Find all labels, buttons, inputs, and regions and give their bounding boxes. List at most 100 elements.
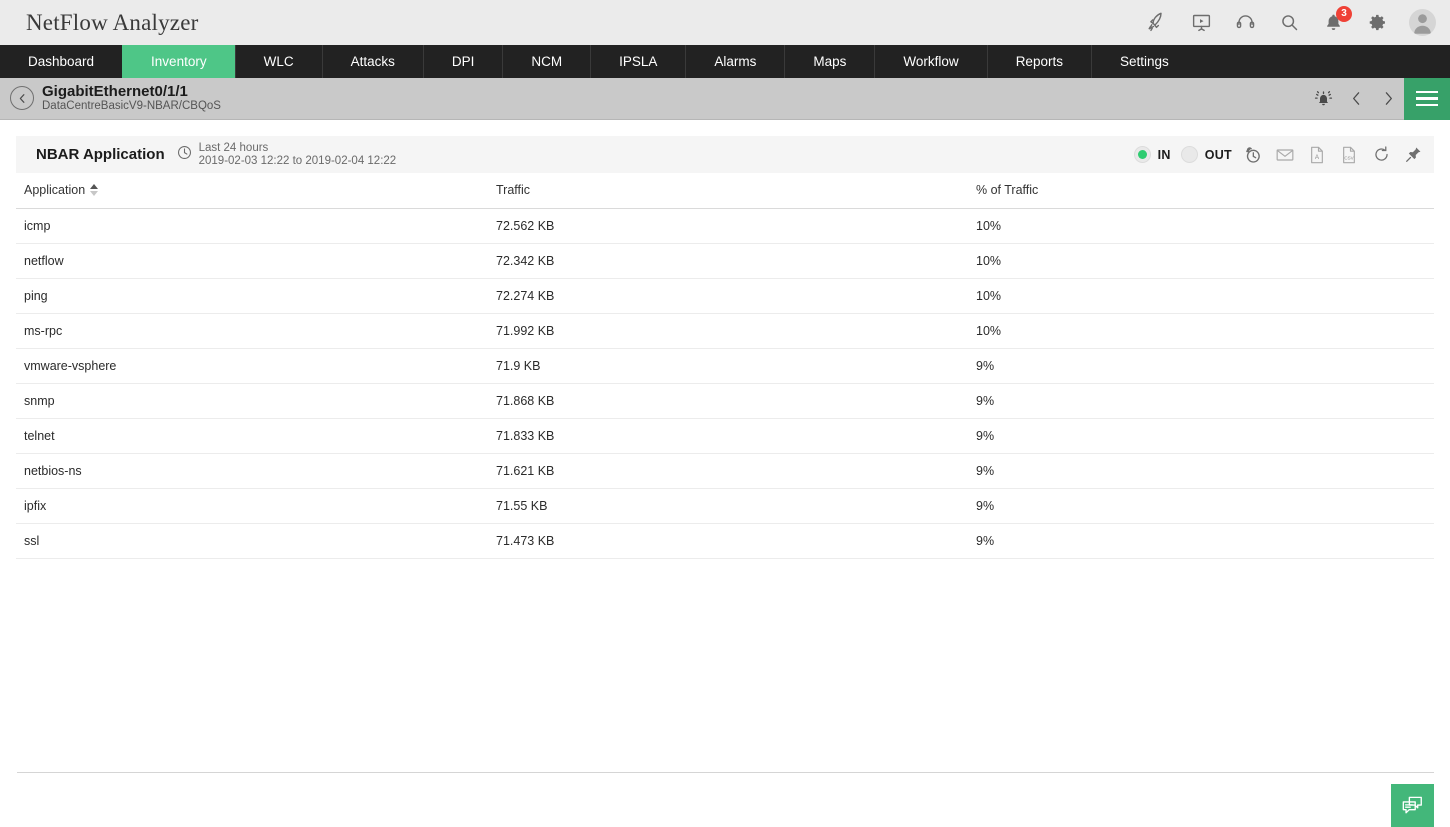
column-header-application-label: Application [24,183,85,197]
table-row[interactable]: netflow 72.342 KB 10% [16,244,1434,279]
cell-application: netbios-ns [16,454,496,489]
pdf-export-icon[interactable]: A [1306,144,1328,166]
table-row[interactable]: telnet 71.833 KB 9% [16,419,1434,454]
time-period[interactable]: Last 24 hours 2019-02-03 12:22 to 2019-0… [176,142,397,167]
nav-item-workflow[interactable]: Workflow [874,45,986,78]
schedule-icon[interactable] [1242,144,1264,166]
clock-icon [176,144,193,166]
cell-percent: 10% [976,279,1434,314]
column-header-percent[interactable]: % of Traffic [976,173,1434,209]
card-header-actions: IN OUT [1134,144,1424,166]
nav-item-dpi[interactable]: DPI [423,45,503,78]
gear-icon[interactable] [1365,11,1389,35]
period-label: Last 24 hours [199,142,269,154]
chevron-right-icon[interactable] [1372,78,1404,120]
table-header-row: Application Traffic % of Traffic [16,173,1434,209]
cell-percent: 9% [976,454,1434,489]
bell-icon[interactable]: 3 [1321,11,1345,35]
hamburger-menu-icon[interactable] [1404,78,1450,120]
cell-traffic: 71.473 KB [496,524,976,559]
device-controls [1306,78,1450,120]
pin-icon[interactable] [1402,144,1424,166]
nav-item-settings[interactable]: Settings [1091,45,1197,78]
direction-out[interactable]: OUT [1181,146,1232,163]
alarm-bell-icon[interactable] [1306,78,1340,120]
period-text: Last 24 hours 2019-02-03 12:22 to 2019-0… [199,142,397,167]
chevron-left-icon[interactable] [1340,78,1372,120]
cell-application: netflow [16,244,496,279]
cell-application: telnet [16,419,496,454]
table-row[interactable]: ipfix 71.55 KB 9% [16,489,1434,524]
device-text: GigabitEthernet0/1/1 DataCentreBasicV9-N… [42,84,221,114]
cell-percent: 10% [976,314,1434,349]
radio-in-label: IN [1158,148,1171,162]
nav-item-ipsla[interactable]: IPSLA [590,45,685,78]
nav-item-inventory[interactable]: Inventory [122,45,235,78]
cell-percent: 9% [976,384,1434,419]
nav-item-ncm[interactable]: NCM [502,45,590,78]
radio-in[interactable] [1134,146,1151,163]
cell-percent: 10% [976,209,1434,244]
nav-item-attacks[interactable]: Attacks [322,45,423,78]
device-title: GigabitEthernet0/1/1 [42,84,221,101]
email-icon[interactable] [1274,144,1296,166]
csv-export-icon[interactable]: CSV [1338,144,1360,166]
table-row[interactable]: vmware-vsphere 71.9 KB 9% [16,349,1434,384]
cell-traffic: 71.992 KB [496,314,976,349]
column-header-application[interactable]: Application [16,173,496,209]
hamburger-bar-2 [1416,97,1438,100]
table-row[interactable]: icmp 72.562 KB 10% [16,209,1434,244]
nav-item-maps[interactable]: Maps [784,45,874,78]
cell-traffic: 72.342 KB [496,244,976,279]
svg-text:CSV: CSV [1344,155,1353,160]
cell-application: ipfix [16,489,496,524]
table-row[interactable]: ping 72.274 KB 10% [16,279,1434,314]
notification-badge: 3 [1336,6,1352,22]
cell-application: icmp [16,209,496,244]
cell-percent: 10% [976,244,1434,279]
hamburger-bar-1 [1416,91,1438,94]
nav-item-dashboard[interactable]: Dashboard [0,45,122,78]
nav-item-wlc[interactable]: WLC [235,45,322,78]
card-header: NBAR Application Last 24 hours 2019-02-0… [16,136,1434,173]
app-title: NetFlow Analyzer [26,10,198,36]
hamburger-bar-3 [1416,104,1438,107]
period-range: 2019-02-03 12:22 to 2019-02-04 12:22 [199,155,397,168]
cell-traffic: 71.833 KB [496,419,976,454]
cell-application: vmware-vsphere [16,349,496,384]
sort-indicator-icon[interactable] [90,184,98,196]
nav-item-alarms[interactable]: Alarms [685,45,784,78]
search-icon[interactable] [1277,11,1301,35]
cell-percent: 9% [976,349,1434,384]
nav-item-reports[interactable]: Reports [987,45,1091,78]
presentation-play-icon[interactable] [1189,11,1213,35]
table-row[interactable]: snmp 71.868 KB 9% [16,384,1434,419]
cell-application: ms-rpc [16,314,496,349]
table-row[interactable]: netbios-ns 71.621 KB 9% [16,454,1434,489]
chat-icon[interactable] [1391,784,1434,827]
direction-in[interactable]: IN [1134,146,1171,163]
content-area: NBAR Application Last 24 hours 2019-02-0… [0,120,1450,559]
table-head: Application Traffic % of Traffic [16,173,1434,209]
headset-icon[interactable] [1233,11,1257,35]
device-subtitle: DataCentreBasicV9-NBAR/CBQoS [42,100,221,113]
rocket-icon[interactable] [1145,11,1169,35]
top-bar: NetFlow Analyzer [0,0,1450,45]
cell-traffic: 71.868 KB [496,384,976,419]
refresh-icon[interactable] [1370,144,1392,166]
radio-out[interactable] [1181,146,1198,163]
cell-traffic: 72.274 KB [496,279,976,314]
device-info: GigabitEthernet0/1/1 DataCentreBasicV9-N… [10,84,221,114]
nbar-application-card: NBAR Application Last 24 hours 2019-02-0… [16,136,1434,559]
table-body: icmp 72.562 KB 10% netflow 72.342 KB 10%… [16,209,1434,559]
column-header-traffic[interactable]: Traffic [496,173,976,209]
card-title: NBAR Application [36,146,165,163]
svg-text:A: A [1315,154,1320,161]
avatar[interactable] [1409,9,1436,36]
radio-in-dot [1138,150,1147,159]
table-row[interactable]: ssl 71.473 KB 9% [16,524,1434,559]
radio-out-label: OUT [1205,148,1232,162]
cell-application: snmp [16,384,496,419]
back-button[interactable] [10,86,34,110]
table-row[interactable]: ms-rpc 71.992 KB 10% [16,314,1434,349]
